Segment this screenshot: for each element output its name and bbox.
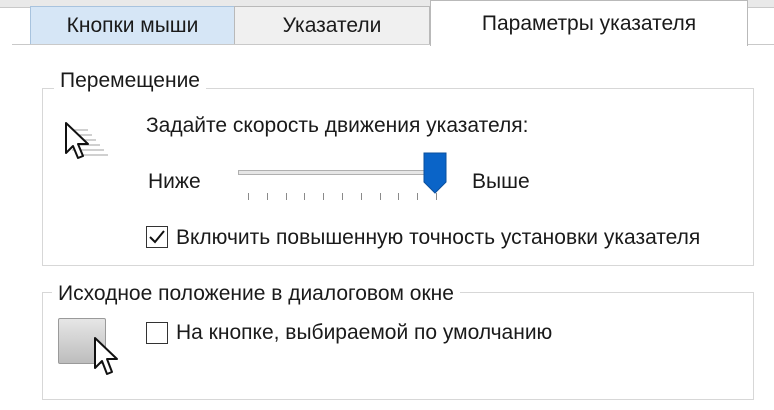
slider-tick [417,193,419,200]
slider-tick [436,193,437,200]
slider-tick [248,193,249,200]
slider-tick [266,193,268,200]
tab-label: Параметры указателя [481,11,697,35]
tab-label: Кнопки мыши [66,13,199,37]
cursor-arrow-icon [94,337,118,375]
slider-tick [379,193,381,200]
checkmark-icon [149,230,165,244]
tab-label: Указатели [282,13,382,37]
speed-label: Задайте скорость движения указателя: [146,114,529,137]
tab-mouse-buttons[interactable]: Кнопки мыши [30,6,235,44]
tab-pointers[interactable]: Указатели [234,6,430,44]
pointer-speed-icon [65,122,108,159]
slider-tick [323,193,325,200]
speed-slider-track[interactable] [238,170,434,175]
slider-tick [360,193,362,200]
tab-pointer-options[interactable]: Параметры указателя [430,0,748,46]
snap-to-label: На кнопке, выбираемой по умолчанию [176,321,553,344]
fast-label: Выше [472,170,530,193]
slider-tick [304,193,306,200]
snap-to-checkbox[interactable] [146,322,168,344]
slider-tick [398,193,400,200]
slider-tick [342,193,343,200]
snap-to-legend: Исходное положение в диалоговом окне [52,282,460,306]
slider-tick [285,193,287,200]
snap-to-group [42,292,754,400]
motion-legend: Перемещение [54,69,206,93]
precision-checkbox[interactable] [146,226,168,248]
speed-slider-thumb[interactable] [423,152,447,194]
slow-label: Ниже [148,170,201,193]
precision-label: Включить повышенную точность установки у… [176,226,701,249]
